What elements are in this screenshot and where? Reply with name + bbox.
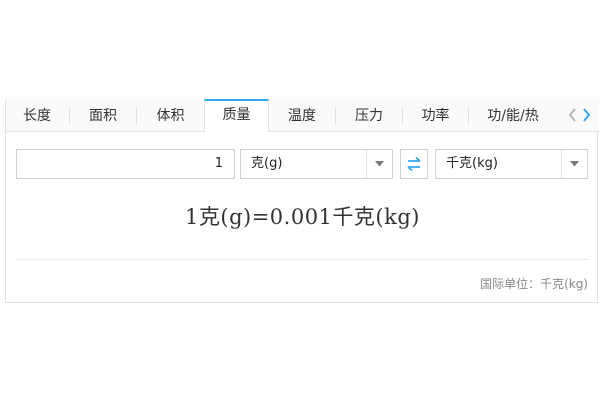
tab-length[interactable]: 长度 (6, 99, 68, 131)
tab-power[interactable]: 功率 (403, 99, 468, 131)
to-unit-label: 千克(kg) (446, 156, 498, 171)
value-input[interactable]: 1 (16, 149, 235, 179)
divider (16, 259, 589, 260)
to-unit-select[interactable]: 千克(kg) (435, 149, 588, 179)
chevron-right-icon[interactable] (580, 105, 593, 125)
from-unit-select[interactable]: 克(g) (240, 149, 393, 179)
chevron-down-icon[interactable] (561, 150, 587, 178)
swap-units-button[interactable] (400, 149, 428, 179)
tab-pressure[interactable]: 压力 (336, 99, 402, 131)
chevron-down-icon[interactable] (366, 150, 392, 178)
si-unit-note: 国际单位：千克(kg) (480, 277, 588, 291)
tab-volume[interactable]: 体积 (137, 99, 204, 131)
tab-work-energy-heat[interactable]: 功/能/热 (469, 99, 557, 131)
from-unit-label: 克(g) (251, 156, 283, 171)
tab-bar: 长度 面积 体积 质量 温度 压力 功率 功/能/热 (6, 99, 599, 132)
tab-area[interactable]: 面积 (70, 99, 136, 131)
chevron-left-icon[interactable] (566, 105, 579, 125)
tab-mass[interactable]: 质量 (204, 99, 269, 132)
conversion-result: 1克(g)=0.001千克(kg) (185, 205, 420, 229)
swap-arrows-icon (407, 156, 421, 172)
unit-converter: 长度 面积 体积 质量 温度 压力 功率 功/能/热 1 克(g) 千克(kg) (5, 99, 599, 303)
tab-temperature[interactable]: 温度 (269, 99, 335, 131)
